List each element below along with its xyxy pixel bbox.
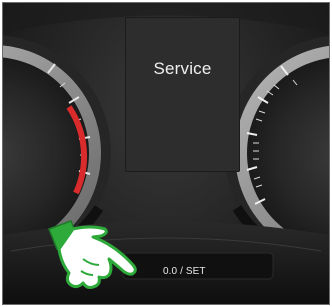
instrument-cluster: Service 0.0 / SET	[2, 2, 330, 305]
hand-pointer-icon	[48, 220, 137, 289]
service-message: Service	[153, 59, 212, 78]
central-display: Service	[125, 17, 240, 172]
reset-set-button[interactable]: 0.0 / SET	[163, 266, 219, 277]
